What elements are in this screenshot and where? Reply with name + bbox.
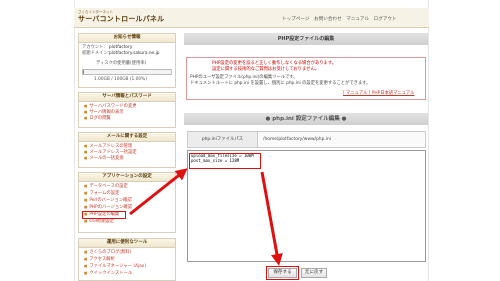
path-row: php.iniファイルパス /home/plotfactory/www/php.… xyxy=(187,131,426,148)
sidebar-item-database[interactable]: データベースの設定 xyxy=(84,184,127,189)
panel-title: PHP設定ファイルの編集 xyxy=(184,33,428,45)
notice-line-2: 設定に関する技術的なご質問はお受けしておりません。 xyxy=(212,67,320,72)
disk-value: 1.00GB / 100GB (1.00%) xyxy=(94,77,147,82)
account-label: アカウント： xyxy=(82,45,108,50)
notice-line-1: PHP設定の変更を誤ると正しく動作しなくなる場合があります。 xyxy=(212,61,336,66)
disk-label: ディスクの使用量(使用率) xyxy=(96,61,147,66)
disk-usage-bar xyxy=(82,69,172,75)
highlight-editor-content xyxy=(189,153,261,169)
sidebar-item-perl-version[interactable]: Perlのバージョン確認 xyxy=(84,198,131,203)
disk-usage-fill xyxy=(83,70,84,74)
sidebar-item-mail-manage[interactable]: メールアドレスの管理 xyxy=(84,144,132,149)
sidebar-item-form[interactable]: フォームの設定 xyxy=(84,191,119,196)
sidebar-mail-title: メールに関する設定 xyxy=(79,133,175,142)
sidebar-item-analytics[interactable]: アクセス解析 xyxy=(84,257,115,262)
reset-button[interactable]: 元に戻す xyxy=(301,268,327,278)
highlight-php-settings xyxy=(82,211,126,219)
account-value: plotfactory xyxy=(109,45,133,50)
sidebar-item-php-version[interactable]: PHPのバージョン確認 xyxy=(84,205,132,210)
edit-section-title: ● php.ini 設定ファイル編集 ● xyxy=(184,113,428,125)
sidebar-item-quick-install[interactable]: クイックインストール xyxy=(84,271,132,276)
path-label: php.iniファイルパス xyxy=(188,132,258,147)
sidebar-item-server-info[interactable]: サーバ情報の表示 xyxy=(84,110,123,115)
sidebar-info-title: お知らせ情報 xyxy=(79,34,175,43)
sidebar-app-title: アプリケーションの設定 xyxy=(79,173,175,182)
sidebar-item-logs[interactable]: ログの閲覧 xyxy=(84,116,110,121)
sidebar-item-blog[interactable]: さくらのブログ(無料) xyxy=(84,250,131,255)
desc-line-2: ドキュメントルートに php.ini を設置し、個別に php.ini の設定を… xyxy=(190,81,371,86)
sidebar-tools-title: 運用に便利なツール xyxy=(79,239,175,248)
manual-link[interactable]: [ マニュアル ] PHP日本語マニュアル xyxy=(343,91,414,96)
brand-title: サーバコントロールパネル xyxy=(78,15,165,23)
path-value: /home/plotfactory/www/php.ini xyxy=(263,137,331,142)
top-nav[interactable]: トップページ お問い合わせ マニュアル ログアウト xyxy=(282,17,397,22)
sidebar-item-mail-convert[interactable]: メールの一括変換 xyxy=(84,156,123,161)
sidebar-item-file-manager[interactable]: ファイルマネージャー (Ajax) xyxy=(84,264,146,269)
highlight-save-button xyxy=(266,266,299,280)
desc-line-1: PHPのユーザ設定ファイル(php.ini)の編集ツールです。 xyxy=(190,75,298,80)
domain-value: plotfactory.sakura.ne.jp xyxy=(109,51,160,56)
sidebar-item-password[interactable]: サーバパスワードの変更 xyxy=(84,104,136,109)
sidebar-server-title: サーバ情報とパスワード xyxy=(79,93,175,102)
domain-label: 初期ドメイン： xyxy=(82,51,113,56)
sidebar-item-cgi[interactable]: CGI初期設定 xyxy=(84,219,114,224)
sidebar-item-mail-bulk[interactable]: メールアドレス一括設定 xyxy=(84,150,136,155)
